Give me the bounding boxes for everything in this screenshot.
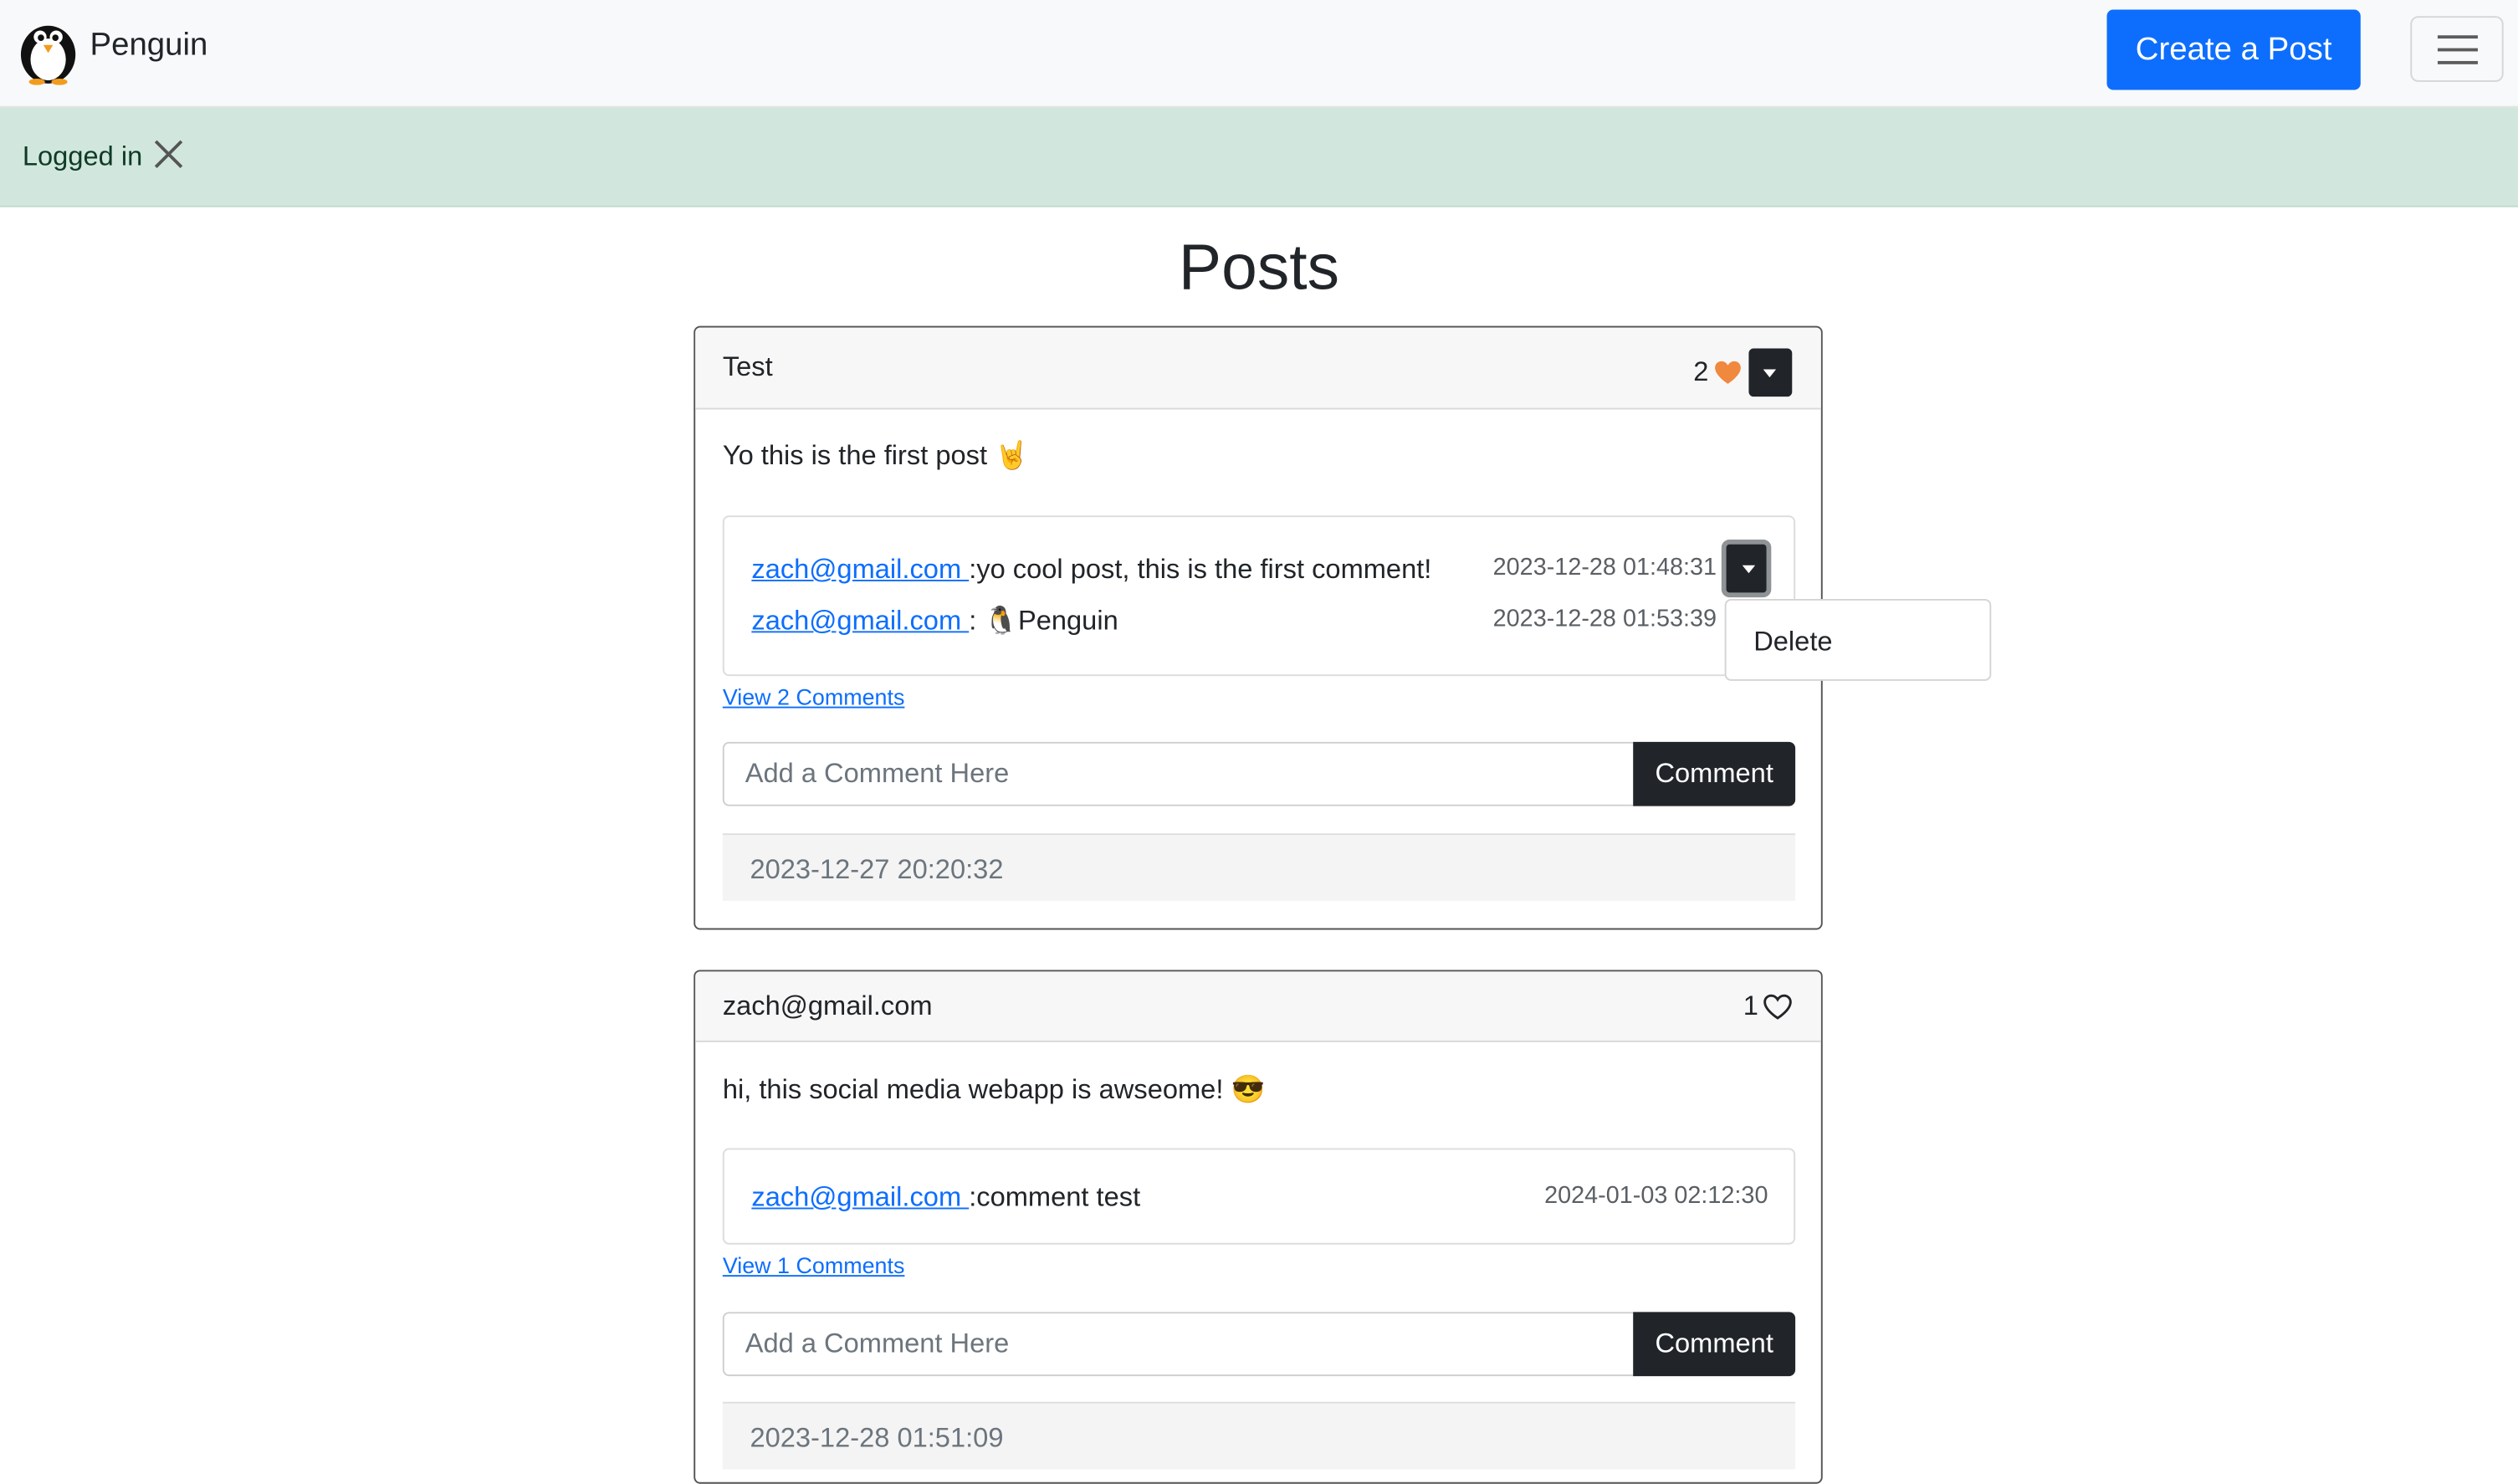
alert-message: Logged in (22, 141, 143, 172)
post-timestamp: 2023-12-28 01:51:09 (722, 1401, 1796, 1470)
comments-list: zach@gmail.com :comment test 2024-01-03 … (722, 1148, 1796, 1245)
heart-filled-icon[interactable] (1713, 360, 1743, 386)
like-control: 2 (1693, 348, 1793, 397)
close-icon[interactable] (152, 135, 187, 170)
comment-timestamp: 2023-12-28 01:48:31 (1492, 554, 1717, 581)
post-card: Test 2 Yo this is the first post 🤘 zach@… (693, 325, 1823, 930)
brand-name: Penguin (90, 26, 208, 62)
create-post-button[interactable]: Create a Post (2106, 9, 2361, 90)
post-header: Test 2 (695, 327, 1821, 410)
heart-outline-icon[interactable] (1763, 994, 1793, 1020)
delete-menu-item[interactable]: Delete (1753, 627, 1832, 658)
post-title: Test (722, 351, 773, 382)
comment-options-dropdown-button[interactable] (1721, 539, 1772, 598)
comment-item: zach@gmail.com : 🐧Penguin 2023-12-28 01:… (751, 606, 1768, 637)
comment-input[interactable] (722, 1312, 1635, 1377)
comment-item: zach@gmail.com :comment test 2024-01-03 … (751, 1182, 1768, 1214)
comment-options-menu: Delete (1724, 599, 1992, 681)
comment-timestamp: 2024-01-03 02:12:30 (1544, 1181, 1768, 1210)
post-timestamp: 2023-12-27 20:20:32 (722, 833, 1796, 901)
brand[interactable]: Penguin (13, 14, 208, 85)
page-title: Posts (1178, 233, 1339, 304)
comment-item: zach@gmail.com :yo cool post, this is th… (751, 554, 1768, 586)
comment-timestamp: 2023-12-28 01:53:39 (1492, 605, 1717, 633)
post-body: Yo this is the first post 🤘 (722, 439, 1029, 471)
navbar-toggler-button[interactable] (2410, 16, 2504, 82)
comment-author-link[interactable]: zach@gmail.com (751, 606, 969, 636)
comment-author-link[interactable]: zach@gmail.com (751, 1182, 969, 1212)
view-comments-link[interactable]: View 2 Comments (723, 684, 905, 710)
post-title: zach@gmail.com (722, 990, 933, 1021)
success-alert: Logged in (0, 107, 2518, 207)
comment-form: Comment (722, 741, 1796, 806)
like-count: 2 (1693, 356, 1709, 387)
post-header: zach@gmail.com 1 (695, 971, 1821, 1042)
like-count: 1 (1743, 990, 1758, 1021)
navbar: Penguin Create a Post (0, 0, 2518, 108)
penguin-logo-icon (20, 25, 76, 85)
comment-text: : 🐧Penguin (969, 605, 1118, 637)
comment-submit-button[interactable]: Comment (1633, 741, 1796, 806)
comment-text: :yo cool post, this is the first comment… (969, 554, 1432, 585)
post-body: hi, this social media webapp is awseome!… (722, 1074, 1266, 1105)
comment-submit-button[interactable]: Comment (1633, 1312, 1796, 1377)
hamburger-icon (2437, 35, 2478, 39)
comments-list: zach@gmail.com :yo cool post, this is th… (722, 515, 1796, 677)
comment-input[interactable] (722, 741, 1635, 806)
post-card: zach@gmail.com 1 hi, this social media w… (693, 970, 1823, 1484)
view-comments-link[interactable]: View 1 Comments (723, 1252, 905, 1278)
comment-text: :comment test (969, 1181, 1141, 1213)
like-control: 1 (1743, 990, 1792, 1022)
comment-form: Comment (722, 1312, 1796, 1377)
comment-author-link[interactable]: zach@gmail.com (751, 554, 969, 584)
post-options-dropdown-button[interactable] (1748, 348, 1793, 397)
